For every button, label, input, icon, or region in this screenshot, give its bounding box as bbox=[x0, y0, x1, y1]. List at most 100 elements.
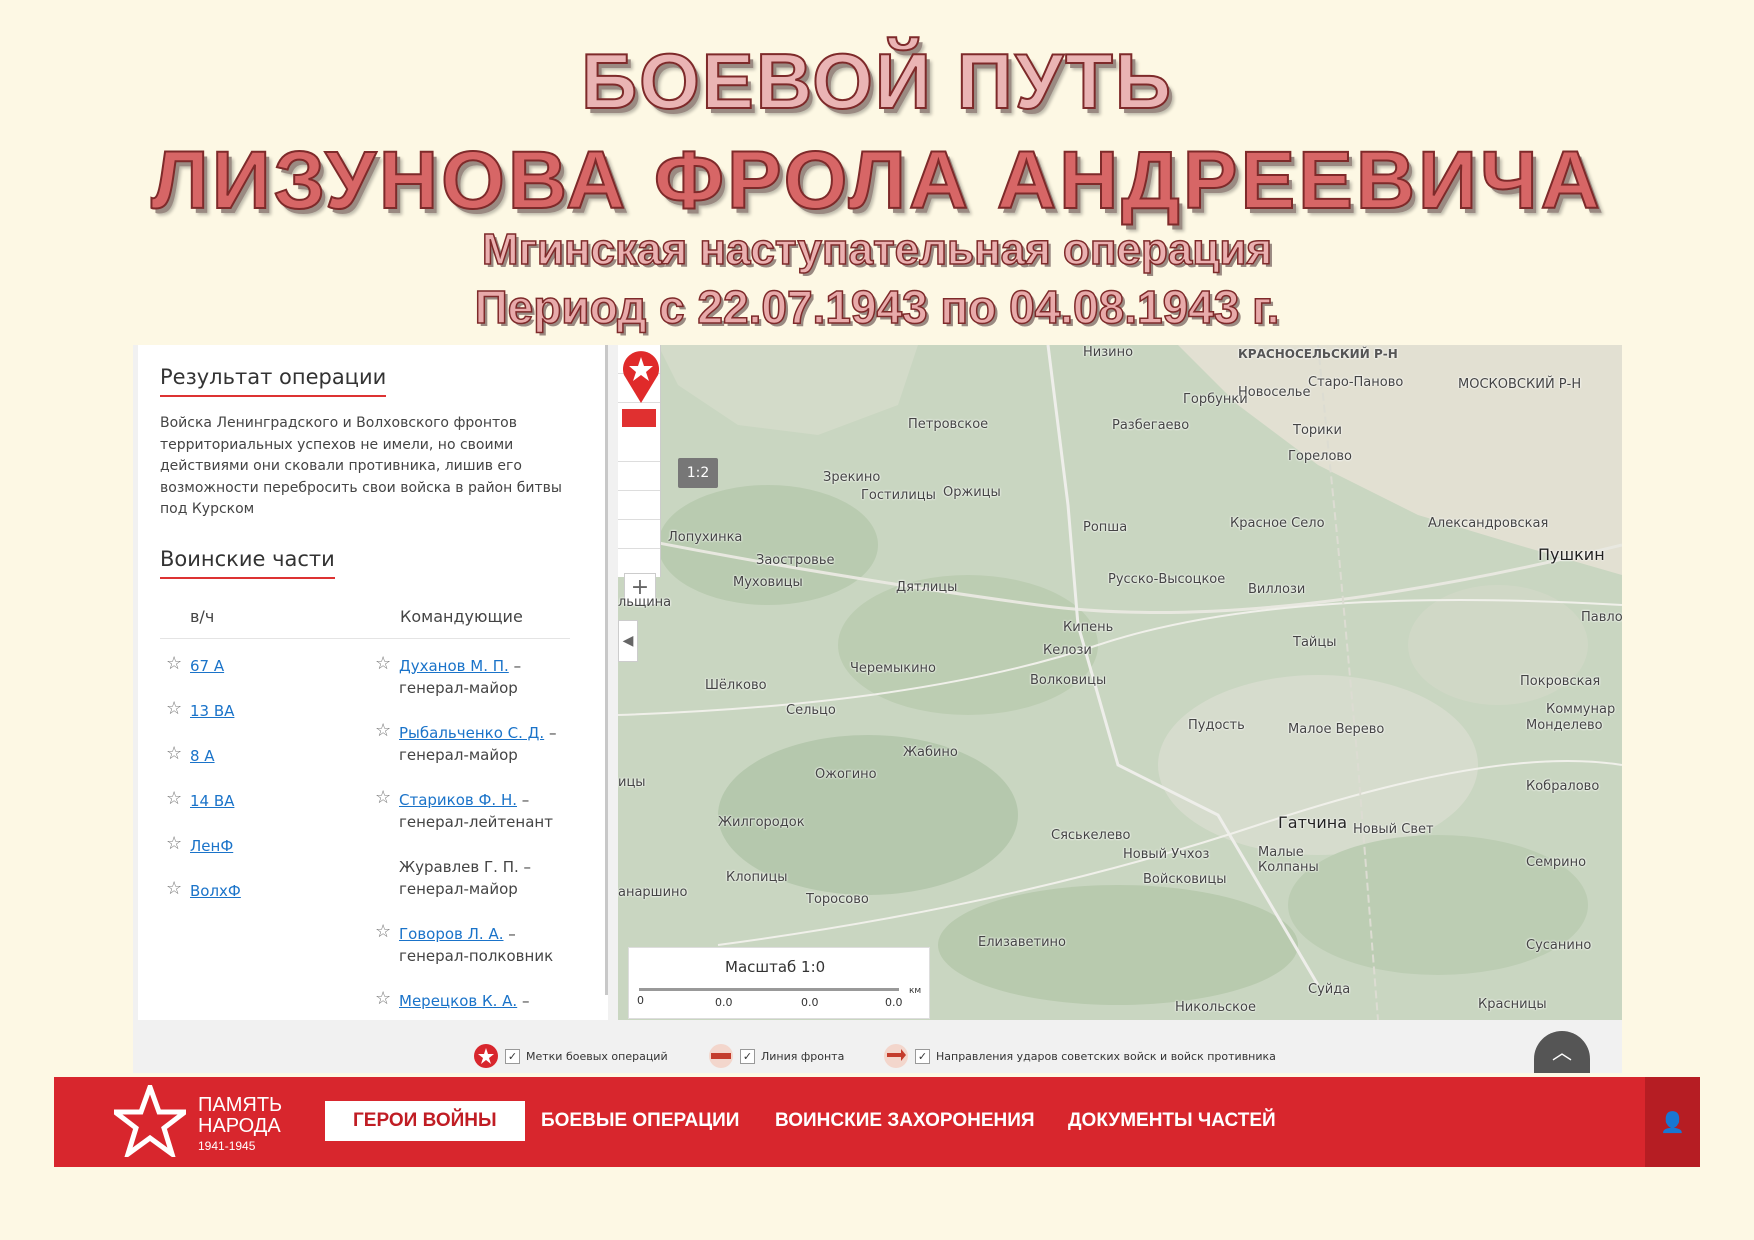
map-label: Сельцо bbox=[786, 703, 836, 718]
map-label: Красницы bbox=[1478, 997, 1547, 1012]
operation-period: Период с 22.07.1943 по 04.08.1943 г. bbox=[474, 281, 1280, 333]
map-label: Сусанино bbox=[1526, 938, 1592, 953]
unit-link[interactable]: 8 А bbox=[190, 747, 215, 765]
collapse-panel-button[interactable]: ◀ bbox=[618, 620, 638, 662]
unit-link[interactable]: 14 ВА bbox=[190, 792, 234, 810]
frontline-icon bbox=[709, 1044, 733, 1068]
map-label: Новоселье bbox=[1238, 385, 1311, 400]
map-label: Разбегаево bbox=[1112, 418, 1190, 433]
map-label: Войсковицы bbox=[1143, 872, 1227, 887]
map-label: Красное Село bbox=[1230, 516, 1325, 531]
legend-frontline-label: Линия фронта bbox=[761, 1049, 845, 1063]
star-icon[interactable]: ☆ bbox=[166, 743, 182, 765]
layer-button[interactable] bbox=[618, 520, 660, 549]
map-ratio-badge[interactable]: 1:2 bbox=[678, 458, 718, 488]
user-icon[interactable]: 👤 bbox=[1645, 1077, 1700, 1167]
map-label: Волковицы bbox=[1030, 673, 1107, 688]
star-icon[interactable]: ☆ bbox=[375, 787, 391, 809]
map-label: Александровская bbox=[1428, 516, 1549, 531]
chevron-up-icon: ︿ bbox=[1552, 1040, 1572, 1064]
star-icon[interactable]: ☆ bbox=[375, 988, 391, 1010]
map-view[interactable]: + 1:2 ◀ Низино КРАСНОСЕЛЬСКИЙ Р-Н МОСКОВ… bbox=[618, 345, 1622, 1020]
star-icon[interactable]: ☆ bbox=[166, 878, 182, 900]
result-heading: Результат операции bbox=[160, 365, 387, 397]
operation-panel: Результат операции Войска Ленинградского… bbox=[138, 345, 608, 1020]
unit-link[interactable]: ЛенФ bbox=[190, 837, 233, 855]
legend-frontline[interactable]: ✓ Линия фронта bbox=[708, 1043, 844, 1069]
star-logo-icon bbox=[114, 1085, 186, 1157]
map-label: Виллози bbox=[1248, 582, 1306, 597]
star-icon[interactable]: ☆ bbox=[375, 653, 391, 675]
scale-unit: км bbox=[909, 986, 922, 996]
map-label: Никольское bbox=[1175, 1000, 1256, 1015]
unit-link[interactable]: 13 ВА bbox=[190, 702, 234, 720]
commander-link[interactable]: Мерецков К. А. bbox=[399, 992, 517, 1010]
operation-marker-icon[interactable] bbox=[618, 345, 664, 405]
legend-directions-label: Направления ударов советских войск и вой… bbox=[936, 1049, 1276, 1063]
commander-name: Журавлев Г. П. bbox=[399, 857, 519, 876]
commander-rank: генерал-майор bbox=[399, 745, 518, 764]
logo-line-1: ПАМЯТЬ bbox=[198, 1094, 283, 1116]
commander-link[interactable]: Говоров Л. А. bbox=[399, 925, 504, 943]
commander-rank: генерал-полковник bbox=[399, 946, 554, 965]
title-line-1: БОЕВОЙ ПУТЬ bbox=[580, 37, 1173, 125]
unit-row: ☆ 14 ВА bbox=[166, 788, 366, 835]
unit-row: ☆ ЛенФ bbox=[166, 833, 366, 880]
star-icon[interactable]: ☆ bbox=[166, 833, 182, 855]
map-label: Павлов bbox=[1581, 610, 1622, 625]
map-label: Торосово bbox=[806, 892, 869, 907]
nav-operations[interactable]: БОЕВЫЕ ОПЕРАЦИИ bbox=[541, 1101, 739, 1141]
map-label: Горелово bbox=[1288, 449, 1353, 464]
map-label: Лопухинка bbox=[668, 530, 743, 545]
map-label: Монделево bbox=[1526, 718, 1603, 733]
map-scale-widget: Масштаб 1:0 0 0.0 0.0 0.0 км bbox=[628, 947, 930, 1019]
map-label: Муховицы bbox=[733, 575, 803, 590]
commander-rank: генерал-майор bbox=[399, 879, 518, 898]
scale-label: Масштаб 1:0 bbox=[725, 958, 826, 976]
star-icon[interactable]: ☆ bbox=[375, 921, 391, 943]
commander-rank: генерал-лейтенант bbox=[399, 812, 553, 831]
legend-frontline-checkbox[interactable]: ✓ bbox=[740, 1048, 755, 1064]
star-icon[interactable]: ☆ bbox=[166, 653, 182, 675]
unit-row: ☆ 8 А bbox=[166, 743, 366, 790]
commander-link[interactable]: Рыбальченко С. Д. bbox=[399, 724, 544, 742]
nav-heroes[interactable]: ГЕРОИ ВОЙНЫ bbox=[325, 1101, 525, 1141]
layer-button[interactable] bbox=[618, 433, 660, 462]
map-label: Горбунки bbox=[1183, 392, 1248, 407]
logo-line-2: НАРОДА bbox=[198, 1115, 281, 1137]
units-table: в/ч Командующие ☆ 67 А ☆ 13 ВА ☆ 8 А ☆ 14 ВА… bbox=[160, 607, 570, 1010]
legend-markers-checkbox[interactable]: ✓ bbox=[505, 1048, 520, 1064]
frontline-layer-button[interactable] bbox=[622, 409, 656, 427]
screenshot-area: Результат операции Войска Ленинградского… bbox=[133, 345, 1622, 1073]
panel-scrollbar[interactable] bbox=[605, 345, 608, 995]
map-label: Новый Свет bbox=[1353, 822, 1434, 837]
layer-button[interactable] bbox=[618, 491, 660, 520]
map-label: Покровская bbox=[1520, 674, 1601, 689]
pamyat-naroda-logo[interactable]: ПАМЯТЬ НАРОДА 1941-1945 bbox=[114, 1085, 314, 1157]
star-icon[interactable]: ☆ bbox=[375, 720, 391, 742]
map-label: Суйда bbox=[1308, 982, 1351, 997]
operation-name: Мгинская наступательная операция bbox=[481, 225, 1273, 274]
map-label: Малые Колпаны bbox=[1258, 845, 1319, 875]
unit-link[interactable]: ВолхФ bbox=[190, 882, 241, 900]
map-label: Жабино bbox=[903, 745, 958, 760]
star-icon[interactable]: ☆ bbox=[166, 698, 182, 720]
legend-markers-label: Метки боевых операций bbox=[526, 1049, 668, 1063]
legend-directions-checkbox[interactable]: ✓ bbox=[915, 1048, 930, 1064]
commander-link[interactable]: Стариков Ф. Н. bbox=[399, 791, 517, 809]
nav-documents[interactable]: ДОКУМЕНТЫ ЧАСТЕЙ bbox=[1068, 1101, 1276, 1141]
star-icon[interactable]: ☆ bbox=[166, 788, 182, 810]
map-label: Торики bbox=[1293, 423, 1342, 438]
map-label: Низино bbox=[1083, 345, 1134, 360]
map-label: Петровское bbox=[908, 417, 989, 432]
map-label: Оржицы bbox=[943, 485, 1001, 500]
map-label: Сяськелево bbox=[1051, 828, 1131, 843]
layer-button[interactable] bbox=[618, 462, 660, 491]
unit-link[interactable]: 67 А bbox=[190, 657, 224, 675]
scale-tick: 0.0 bbox=[715, 996, 733, 1009]
legend-directions[interactable]: ✓ Направления ударов советских войск и в… bbox=[883, 1043, 1276, 1069]
unit-row: ☆ 13 ВА bbox=[166, 698, 366, 745]
legend-markers[interactable]: ✓ Метки боевых операций bbox=[473, 1043, 668, 1069]
nav-burials[interactable]: ВОИНСКИЕ ЗАХОРОНЕНИЯ bbox=[775, 1101, 1035, 1141]
commander-link[interactable]: Духанов М. П. bbox=[399, 657, 509, 675]
